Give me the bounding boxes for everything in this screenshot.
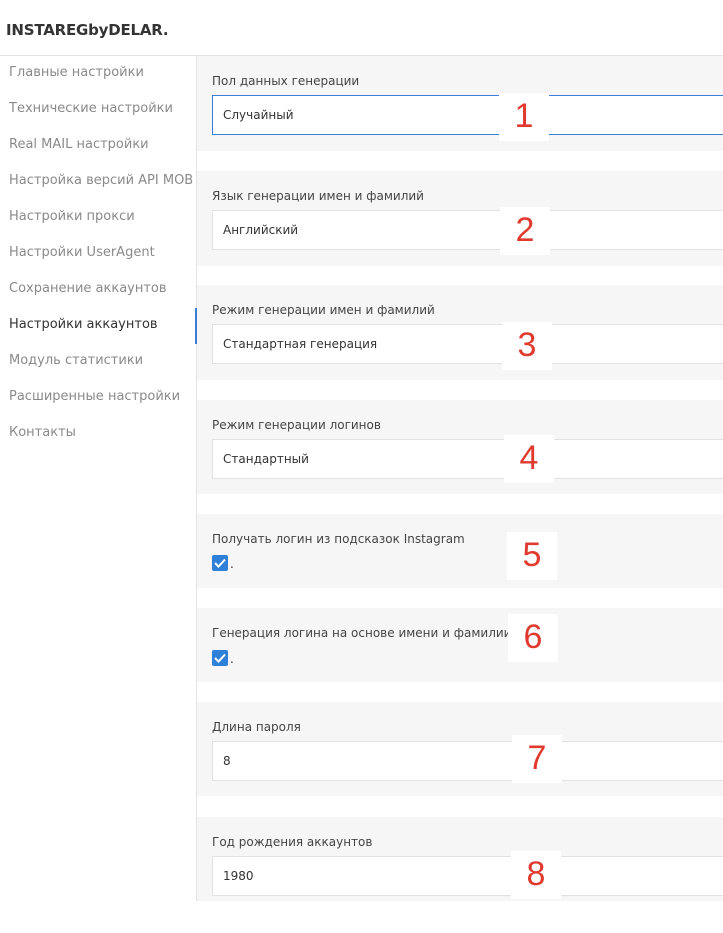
instagram-hints-checkbox[interactable] [212, 555, 228, 571]
marker-5: 5 [507, 532, 557, 580]
sidebar-item-statistics-module[interactable]: Модуль статистики [0, 344, 197, 380]
setting-label: Язык генерации имен и фамилий [212, 189, 424, 203]
app-header: INSTAREGbyDELAR. [0, 0, 723, 56]
marker-1: 1 [499, 93, 549, 141]
sidebar-item-technical-settings[interactable]: Технические настройки [0, 92, 197, 128]
setting-label: Год рождения аккаунтов [212, 835, 373, 849]
sidebar-item-proxy-settings[interactable]: Настройки прокси [0, 200, 197, 236]
marker-7: 7 [512, 735, 562, 783]
login-from-name-checkbox[interactable] [212, 650, 228, 666]
sidebar-item-account-settings[interactable]: Настройки аккаунтов [0, 308, 197, 344]
sidebar-item-advanced-settings[interactable]: Расширенные настройки [0, 380, 197, 416]
setting-card-name-language: Язык генерации имен и фамилий Английский [197, 171, 723, 266]
setting-card-password-length: Длина пароля 8 [197, 702, 723, 796]
birth-year-input[interactable]: 1980 [212, 856, 723, 896]
sidebar-item-account-saving[interactable]: Сохранение аккаунтов [0, 272, 197, 308]
sidebar-item-useragent-settings[interactable]: Настройки UserAgent [0, 236, 197, 272]
check-icon [214, 558, 226, 568]
setting-label: Получать логин из подсказок Instagram [212, 532, 465, 546]
sidebar-item-contacts[interactable]: Контакты [0, 416, 197, 452]
checkbox-suffix: . [230, 557, 234, 571]
brand-logo: INSTAREGbyDELAR. [6, 21, 169, 39]
sidebar: Главные настройки Технические настройки … [0, 56, 197, 901]
password-length-input[interactable]: 8 [212, 741, 723, 781]
marker-4: 4 [504, 435, 554, 483]
sidebar-item-api-mob-versions[interactable]: Настройка версий API MOB [0, 164, 197, 200]
setting-card-login-from-name: Генерация логина на основе имени и фамил… [197, 608, 723, 682]
setting-card-login-mode: Режим генерации логинов Стандартный [197, 400, 723, 494]
setting-label: Длина пароля [212, 720, 301, 734]
setting-label: Режим генерации имен и фамилий [212, 303, 435, 317]
checkbox-suffix: . [230, 652, 234, 666]
name-language-select[interactable]: Английский [212, 210, 723, 250]
sidebar-item-real-mail-settings[interactable]: Real MAIL настройки [0, 128, 197, 164]
setting-card-name-mode: Режим генерации имен и фамилий Стандартн… [197, 285, 723, 380]
setting-label: Режим генерации логинов [212, 418, 381, 432]
marker-8: 8 [511, 851, 561, 899]
setting-card-instagram-hints: Получать логин из подсказок Instagram . [197, 514, 723, 588]
marker-2: 2 [500, 207, 550, 255]
name-mode-select[interactable]: Стандартная генерация [212, 324, 723, 364]
gender-select[interactable]: Случайный [212, 95, 723, 135]
check-icon [214, 653, 226, 663]
marker-3: 3 [502, 322, 552, 370]
sidebar-item-main-settings[interactable]: Главные настройки [0, 56, 197, 92]
setting-card-gender: Пол данных генерации Случайный [197, 56, 723, 151]
marker-6: 6 [508, 614, 558, 662]
settings-panel: Пол данных генерации Случайный Язык гене… [197, 56, 723, 901]
login-mode-select[interactable]: Стандартный [212, 439, 723, 479]
setting-card-birth-year: Год рождения аккаунтов 1980 [197, 817, 723, 901]
setting-label: Генерация логина на основе имени и фамил… [212, 626, 512, 640]
setting-label: Пол данных генерации [212, 74, 360, 88]
